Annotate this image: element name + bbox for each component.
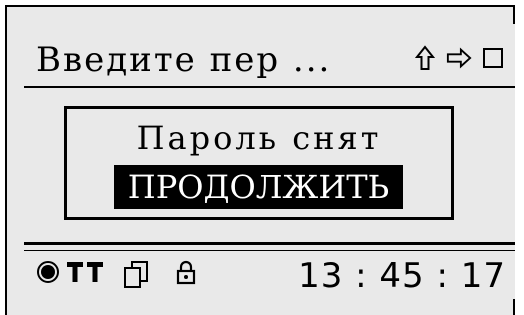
continue-button[interactable]: ПРОДОЛЖИТЬ [114, 165, 403, 209]
header-divider [24, 86, 515, 88]
lock-icon [176, 260, 196, 291]
lcd-screen: Введите пер ... Пароль снят ПРОДОЛЖИТЬ 1… [24, 24, 515, 299]
record-icon [36, 260, 60, 289]
status-divider-thin [24, 250, 515, 251]
message-dialog: Пароль снят ПРОДОЛЖИТЬ [64, 106, 454, 220]
status-bar: 13 : 45 : 17 [36, 256, 506, 298]
page-title: Введите пер ... [36, 40, 332, 80]
document-icon [122, 260, 150, 293]
status-divider [24, 242, 515, 245]
dialog-message: Пароль снят [136, 119, 382, 157]
clock-display: 13 : 45 : 17 [298, 256, 506, 296]
signal-icon [66, 260, 106, 289]
square-icon [480, 44, 506, 72]
arrow-right-icon [446, 44, 472, 72]
shift-up-icon [412, 44, 438, 72]
header-icons [412, 44, 506, 72]
header-bar: Введите пер ... [36, 38, 506, 82]
